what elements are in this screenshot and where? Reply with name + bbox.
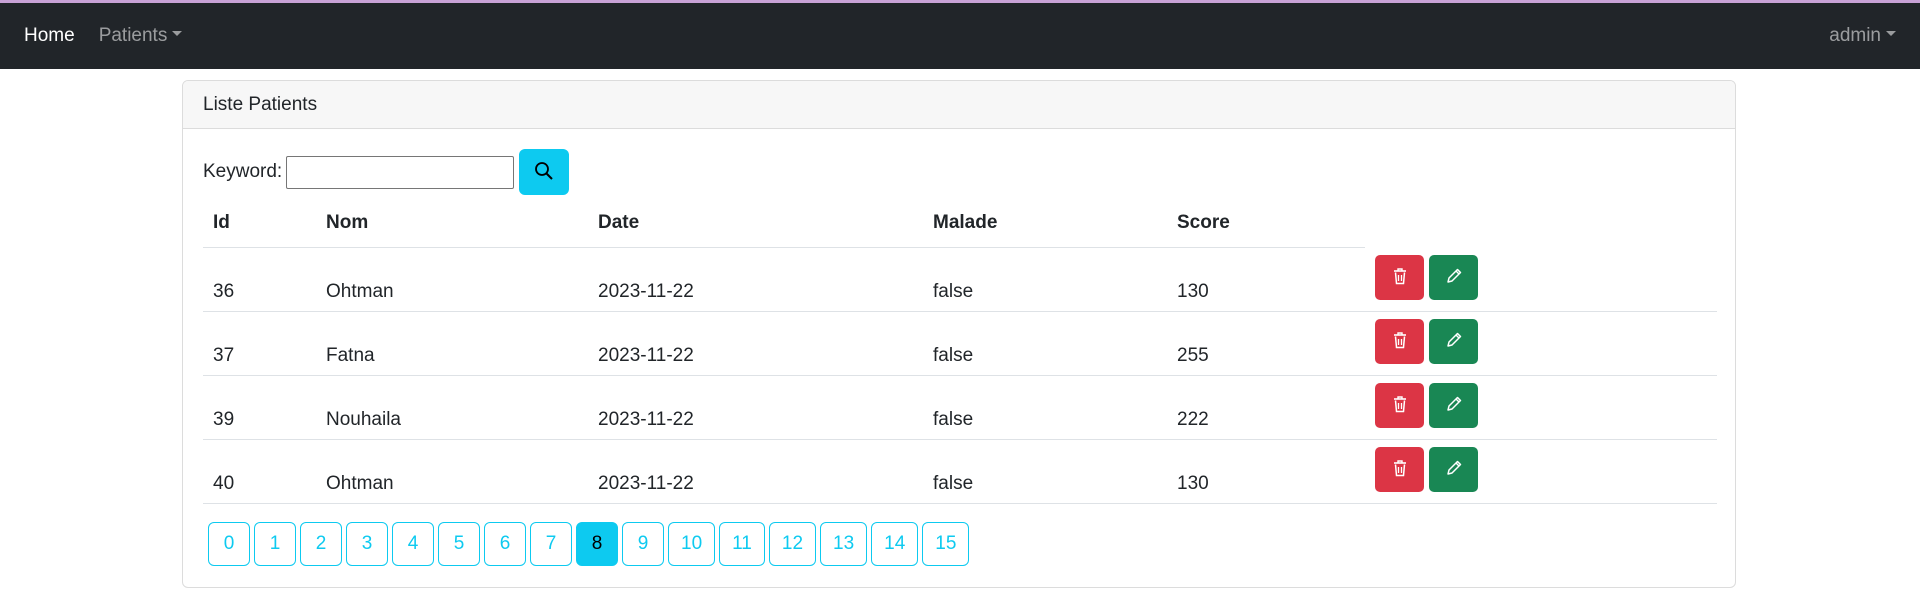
trash-icon: [1392, 395, 1408, 416]
cell-date: 2023-11-22: [588, 439, 923, 504]
table-row: 36 Ohtman 2023-11-22 false 130: [203, 247, 1717, 312]
page-button-6[interactable]: 6: [484, 522, 526, 566]
navbar-left: Home Patients: [24, 25, 183, 47]
page-button-7[interactable]: 7: [530, 522, 572, 566]
cell-date: 2023-11-22: [588, 247, 923, 312]
pencil-icon: [1445, 459, 1463, 480]
search-label: Keyword:: [203, 161, 283, 182]
page-button-10[interactable]: 10: [668, 522, 716, 566]
header-id: Id: [203, 199, 316, 248]
header-date: Date: [588, 199, 923, 248]
trash-icon: [1392, 459, 1408, 480]
nav-home[interactable]: Home: [24, 25, 75, 47]
cell-score: 222: [1167, 375, 1365, 440]
edit-button[interactable]: [1429, 254, 1478, 300]
cell-nom: Ohtman: [316, 247, 588, 312]
edit-button[interactable]: [1429, 383, 1478, 428]
cell-actions: [1365, 247, 1717, 312]
search-button[interactable]: [519, 149, 570, 195]
page-button-3[interactable]: 3: [346, 522, 388, 566]
cell-id: 39: [203, 375, 316, 440]
cell-nom: Nouhaila: [316, 375, 588, 440]
cell-id: 36: [203, 247, 316, 312]
pencil-icon: [1445, 267, 1463, 288]
cell-malade: false: [923, 311, 1167, 376]
page-button-current[interactable]: 8: [576, 522, 618, 566]
page-button-0[interactable]: 0: [208, 522, 250, 566]
nav-patients-label: Patients: [98, 25, 168, 46]
page-button-2[interactable]: 2: [300, 522, 342, 566]
row-actions: [1375, 447, 1707, 492]
pencil-icon: [1445, 395, 1463, 416]
cell-id: 40: [203, 439, 316, 504]
trash-icon: [1392, 267, 1408, 288]
patients-card: Liste Patients Keyword: Id Nom Date Mala…: [182, 80, 1736, 588]
search-icon: [534, 161, 554, 184]
cell-date: 2023-11-22: [588, 375, 923, 440]
row-actions: [1375, 254, 1707, 300]
page-button-14[interactable]: 14: [871, 522, 919, 566]
delete-button[interactable]: [1375, 383, 1424, 428]
table-row: 37 Fatna 2023-11-22 false 255: [203, 311, 1717, 376]
page-button-15[interactable]: 15: [922, 522, 970, 566]
cell-malade: false: [923, 439, 1167, 504]
header-score: Score: [1167, 199, 1365, 248]
chevron-down-icon: [1886, 31, 1896, 37]
nav-user-label: admin: [1829, 25, 1881, 46]
page-button-9[interactable]: 9: [622, 522, 664, 566]
row-actions: [1375, 383, 1707, 428]
pagination: 0 1 2 3 4 5 6 7 8 9 10 11 12 13 14 15: [208, 522, 1715, 566]
page-button-11[interactable]: 11: [719, 522, 765, 566]
navbar: Home Patients admin: [0, 3, 1920, 69]
cell-malade: false: [923, 247, 1167, 312]
cell-actions: [1365, 311, 1717, 376]
delete-button[interactable]: [1375, 319, 1424, 364]
cell-malade: false: [923, 375, 1167, 440]
search-form: Keyword:: [203, 149, 1715, 195]
trash-icon: [1392, 331, 1408, 352]
page-button-13[interactable]: 13: [820, 522, 868, 566]
header-actions: [1365, 199, 1717, 248]
cell-id: 37: [203, 311, 316, 376]
delete-button[interactable]: [1375, 254, 1424, 300]
edit-button[interactable]: [1429, 319, 1478, 364]
card-body: Keyword: Id Nom Date Malade Score 36 Oht…: [183, 129, 1735, 586]
table-row: 40 Ohtman 2023-11-22 false 130: [203, 439, 1717, 504]
nav-patients-dropdown[interactable]: Patients: [99, 25, 183, 47]
cell-nom: Fatna: [316, 311, 588, 376]
cell-actions: [1365, 375, 1717, 440]
chevron-down-icon: [172, 31, 183, 37]
header-nom: Nom: [316, 199, 588, 248]
cell-score: 130: [1167, 439, 1365, 504]
delete-button[interactable]: [1375, 447, 1424, 492]
page-button-4[interactable]: 4: [392, 522, 434, 566]
cell-score: 130: [1167, 247, 1365, 312]
table-row: 39 Nouhaila 2023-11-22 false 222: [203, 375, 1717, 440]
row-actions: [1375, 319, 1707, 364]
cell-score: 255: [1167, 311, 1365, 376]
page-button-12[interactable]: 12: [768, 522, 817, 566]
page-button-5[interactable]: 5: [438, 522, 480, 566]
pencil-icon: [1445, 331, 1463, 352]
card-header: Liste Patients: [183, 81, 1735, 129]
header-malade: Malade: [923, 199, 1167, 248]
nav-user-dropdown[interactable]: admin: [1829, 25, 1896, 47]
edit-button[interactable]: [1429, 447, 1478, 492]
search-input[interactable]: [286, 155, 515, 189]
table-header-row: Id Nom Date Malade Score: [203, 199, 1717, 248]
patients-table: Id Nom Date Malade Score 36 Ohtman 2023-…: [203, 199, 1717, 504]
cell-nom: Ohtman: [316, 439, 588, 504]
cell-actions: [1365, 439, 1717, 504]
cell-date: 2023-11-22: [588, 311, 923, 376]
page-button-1[interactable]: 1: [254, 522, 296, 566]
card-title: Liste Patients: [203, 93, 318, 115]
